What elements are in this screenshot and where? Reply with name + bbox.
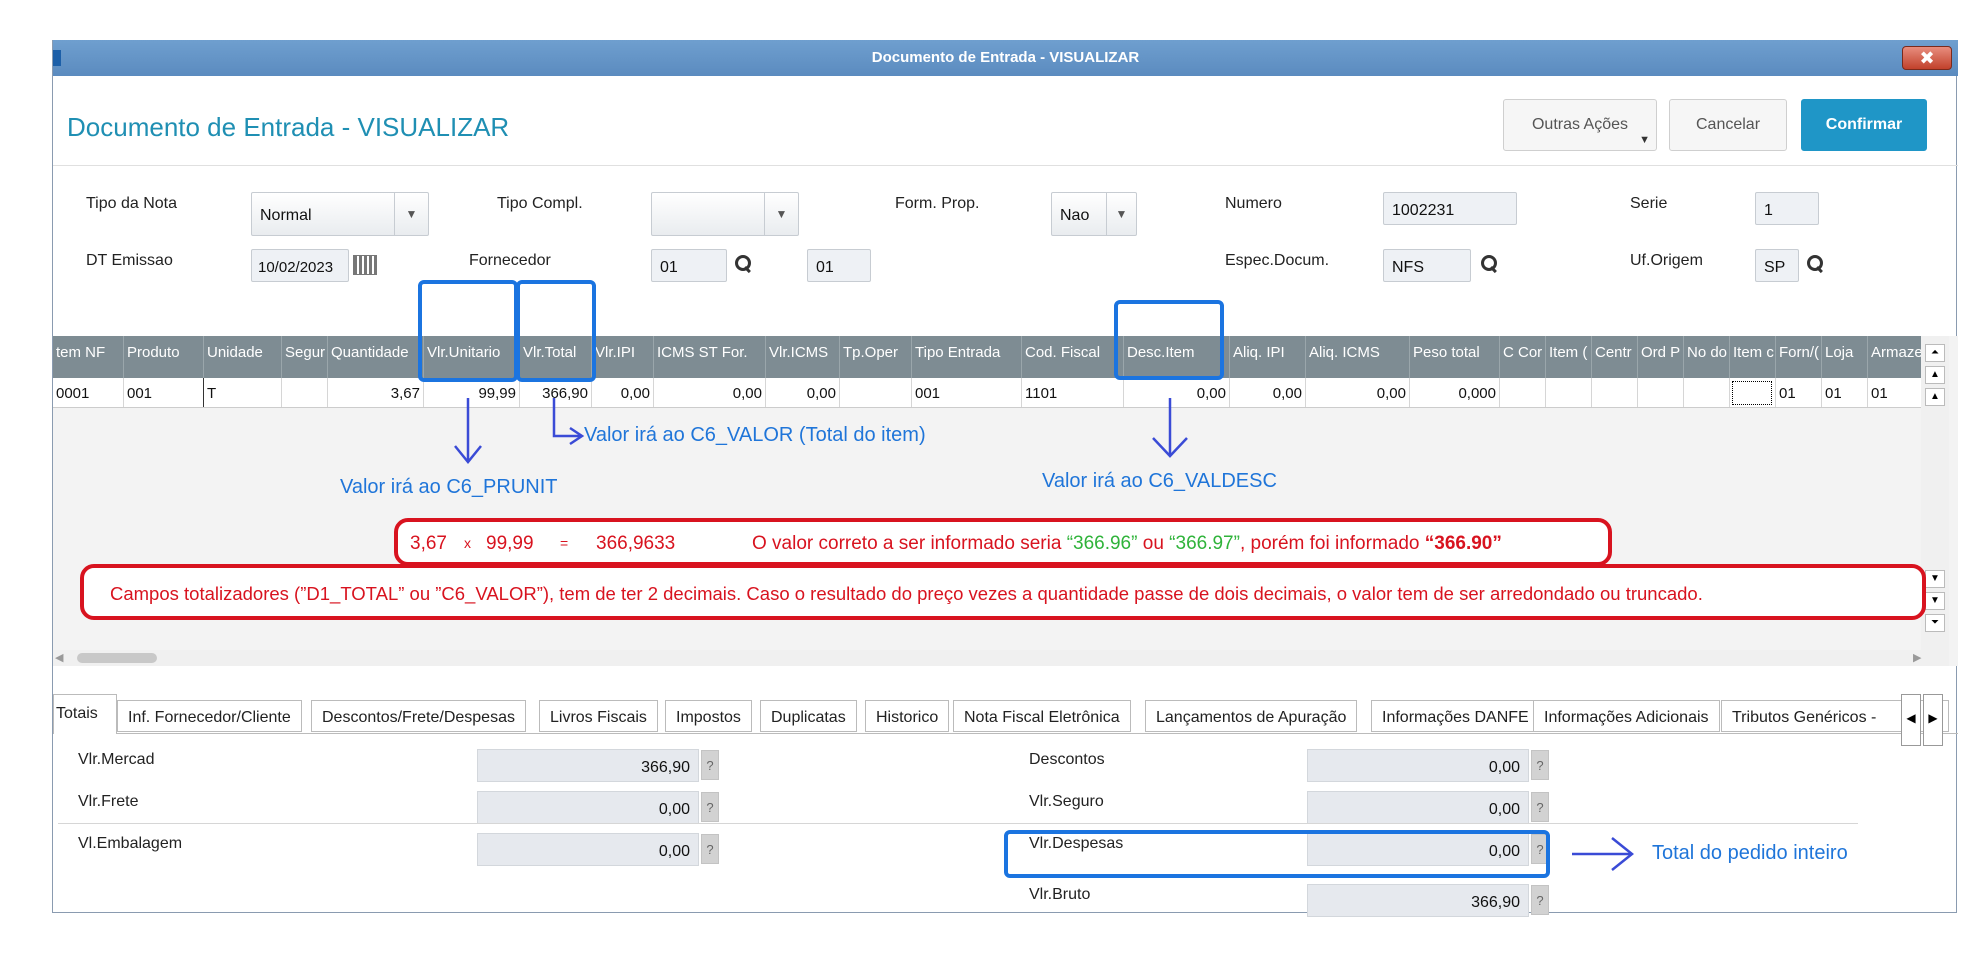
calc-annotation-box: 3,67 x 99,99 = 366,9633 O valor correto … (394, 518, 1612, 566)
rule-note: Campos totalizadores (”D1_TOTAL” ou ”C6_… (110, 583, 1703, 604)
calc-result: 366,9633 (596, 533, 676, 554)
note-text: , porém foi informado (1239, 533, 1425, 554)
correct-value-note: O valor correto a ser informado seria “3… (752, 533, 1502, 555)
calc-times: x (464, 535, 471, 551)
annotation-valor: Valor irá ao C6_VALOR (Total do item) (584, 424, 926, 446)
calc-price: 99,99 (486, 533, 534, 554)
calc-equals: = (560, 535, 569, 551)
annotation-valdesc: Valor irá ao C6_VALDESC (1042, 470, 1277, 492)
annotation-arrows (454, 398, 1635, 871)
calc-qty: 3,67 (410, 533, 447, 554)
arrow-right-icon (552, 398, 580, 438)
note-text: ou (1137, 533, 1170, 554)
note-value: “366.90” (1424, 533, 1502, 554)
rule-annotation-box: Campos totalizadores (”D1_TOTAL” ou ”C6_… (80, 564, 1926, 620)
annotation-total-pedido: Total do pedido inteiro (1652, 842, 1848, 864)
note-value: “366.97” (1169, 533, 1240, 554)
note-value: “366.96” (1066, 533, 1138, 554)
annotation-prunit: Valor irá ao C6_PRUNIT (340, 476, 558, 498)
note-text: O valor correto a ser informado seria (752, 533, 1067, 554)
